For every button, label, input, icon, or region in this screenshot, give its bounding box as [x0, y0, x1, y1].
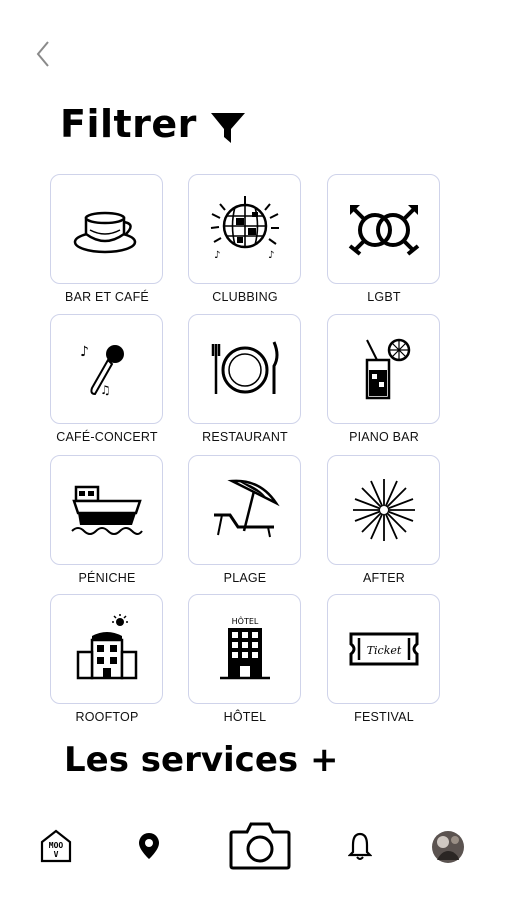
category-after[interactable]: AFTER [325, 455, 443, 595]
tab-camera[interactable] [229, 820, 291, 870]
services-heading[interactable]: Les services + [64, 740, 338, 780]
category-tile[interactable] [188, 314, 301, 424]
category-label: HÔTEL [223, 710, 267, 724]
filter-header: Filtrer [60, 98, 247, 150]
category-tile[interactable] [327, 455, 440, 565]
category-label: RESTAURANT [202, 430, 288, 444]
category-restaurant[interactable]: RESTAURANT [186, 314, 304, 454]
bell-icon [348, 832, 372, 860]
category-label: AFTER [363, 571, 405, 585]
category-rooftop[interactable]: ROOFTOP [48, 594, 166, 734]
beach-chair-icon [213, 479, 280, 538]
category-plage[interactable]: PLAGE [186, 455, 304, 595]
svg-text:♪: ♪ [80, 344, 89, 360]
category-tile[interactable] [50, 594, 163, 704]
category-clubbing[interactable]: ♪ ♪ CLUBBING [186, 174, 304, 314]
category-tile[interactable] [327, 314, 440, 424]
camera-icon [229, 822, 291, 870]
hotel-sign-text: HÔTEL [231, 615, 258, 626]
category-label: PIANO BAR [349, 430, 419, 444]
category-tile[interactable] [50, 174, 163, 284]
bottom-tab-bar: MOOV [0, 810, 506, 890]
svg-text:♫: ♫ [100, 383, 111, 397]
category-tile[interactable] [50, 455, 163, 565]
category-hotel[interactable]: HÔTEL HÔTEL [186, 594, 304, 734]
page-title: Filtrer [60, 102, 197, 146]
category-piano-bar[interactable]: PIANO BAR [325, 314, 443, 454]
category-tile[interactable] [188, 455, 301, 565]
category-festival[interactable]: Ticket FESTIVAL [325, 594, 443, 734]
category-peniche[interactable]: PÉNICHE [48, 455, 166, 595]
category-label: BAR ET CAFÉ [65, 290, 149, 304]
category-tile[interactable]: ♪ ♪ [188, 174, 301, 284]
category-bar-et-cafe[interactable]: BAR ET CAFÉ [48, 174, 166, 314]
tab-home[interactable]: MOOV [40, 828, 72, 864]
logo-text: MOOV [48, 841, 64, 859]
category-label: LGBT [367, 290, 401, 304]
gender-symbols-icon [348, 205, 419, 256]
rooftop-building-icon [76, 614, 137, 680]
svg-text:♪: ♪ [214, 250, 220, 261]
category-lgbt[interactable]: LGBT [325, 174, 443, 314]
ticket-icon: Ticket [349, 632, 418, 666]
barge-icon [70, 485, 143, 535]
coffee-cup-icon [73, 211, 136, 254]
cocktail-icon [365, 338, 410, 400]
hotel-building-icon: HÔTEL [219, 615, 270, 680]
category-label: PLAGE [223, 571, 267, 585]
category-label: CAFÉ-CONCERT [56, 430, 158, 444]
category-tile[interactable]: ♪ ♫ [50, 314, 163, 424]
avatar [432, 831, 464, 863]
tab-map[interactable] [136, 830, 162, 862]
category-label: CLUBBING [212, 290, 278, 304]
tab-notifications[interactable] [347, 830, 373, 862]
microphone-icon: ♪ ♫ [80, 344, 124, 397]
category-label: ROOFTOP [75, 710, 139, 724]
back-chevron-icon[interactable] [30, 38, 58, 70]
location-pin-icon [139, 833, 159, 859]
ticket-text: Ticket [366, 644, 401, 657]
category-label: FESTIVAL [354, 710, 414, 724]
svg-text:♪: ♪ [268, 250, 274, 261]
disco-ball-icon: ♪ ♪ [210, 196, 279, 261]
tab-profile[interactable] [431, 830, 465, 864]
category-tile[interactable] [327, 174, 440, 284]
category-cafe-concert[interactable]: ♪ ♫ CAFÉ-CONCERT [48, 314, 166, 454]
fireworks-icon [352, 479, 415, 541]
category-tile[interactable]: HÔTEL [188, 594, 301, 704]
filter-funnel-icon[interactable] [209, 107, 247, 147]
category-label: PÉNICHE [78, 571, 136, 585]
category-tile[interactable]: Ticket [327, 594, 440, 704]
plate-cutlery-icon [211, 341, 278, 394]
